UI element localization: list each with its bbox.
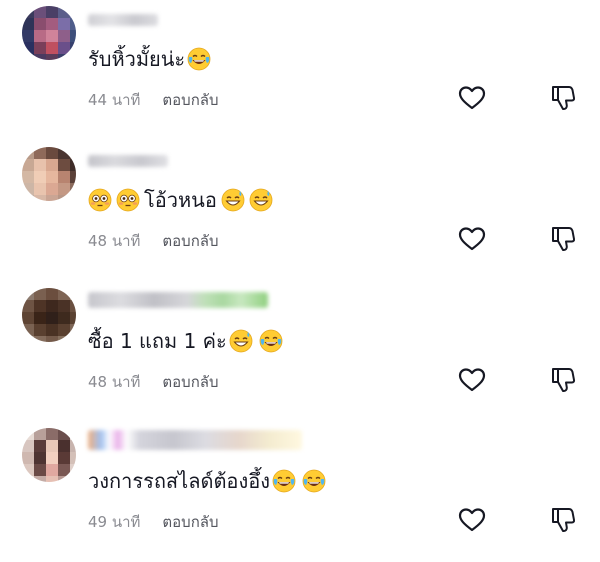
comment-item: โอ้วหนอ 48 นาที ตอบกลับ [0, 141, 600, 281]
comment-item: ซื้อ 1 แถม 1 ค่ะ 48 นาที ตอบกลับ [0, 282, 600, 422]
reply-button[interactable]: ตอบกลับ [162, 370, 218, 394]
comment-text: โอ้วหนอ [88, 187, 273, 213]
comment-meta: 48 นาที ตอบกลับ [88, 229, 219, 253]
thumbs-down-outline-icon[interactable] [550, 225, 576, 253]
reply-button[interactable]: ตอบกลับ [162, 510, 218, 534]
username-redacted[interactable] [88, 292, 268, 308]
comment-body: วงการรถสไลด์ต้องอึ้ง [88, 469, 270, 493]
avatar[interactable] [22, 147, 76, 201]
heart-outline-icon[interactable] [458, 507, 486, 533]
heart-outline-icon[interactable] [458, 226, 486, 252]
reply-button[interactable]: ตอบกลับ [162, 88, 218, 112]
comment-text: ซื้อ 1 แถม 1 ค่ะ [88, 328, 283, 354]
laugh-cry-emoji-icon [272, 469, 296, 493]
avatar[interactable] [22, 6, 76, 60]
comment-body: โอ้วหนอ [144, 188, 217, 212]
comment-meta: 48 นาที ตอบกลับ [88, 370, 219, 394]
flushed-emoji-icon [88, 188, 112, 212]
comment-time: 49 นาที [88, 513, 141, 531]
thumbs-down-outline-icon[interactable] [550, 84, 576, 112]
laugh-cry-emoji-icon [302, 469, 326, 493]
username-redacted[interactable] [88, 14, 158, 26]
avatar[interactable] [22, 428, 76, 482]
avatar[interactable] [22, 288, 76, 342]
comment-meta: 44 นาที ตอบกลับ [88, 88, 219, 112]
grin-sweat-emoji-icon [229, 329, 253, 353]
comment-time: 48 นาที [88, 373, 141, 391]
grin-sweat-emoji-icon [249, 188, 273, 212]
thumbs-down-outline-icon[interactable] [550, 366, 576, 394]
grin-sweat-emoji-icon [221, 188, 245, 212]
comment-body: ซื้อ 1 แถม 1 ค่ะ [88, 329, 227, 353]
reply-button[interactable]: ตอบกลับ [162, 229, 218, 253]
comment-item: รับหิ้วมั้ยน่ะ 44 นาที ตอบกลับ [0, 0, 600, 140]
comment-text: วงการรถสไลด์ต้องอึ้ง [88, 468, 326, 494]
thumbs-down-outline-icon[interactable] [550, 506, 576, 534]
comment-time: 44 นาที [88, 91, 141, 109]
laugh-cry-emoji-icon [187, 47, 211, 71]
comment-time: 48 นาที [88, 232, 141, 250]
laugh-cry-emoji-icon [259, 329, 283, 353]
username-redacted[interactable] [88, 155, 168, 167]
comment-item: วงการรถสไลด์ต้องอึ้ง 49 นาที ตอบกลับ [0, 422, 600, 562]
comment-text: รับหิ้วมั้ยน่ะ [88, 46, 211, 72]
username-redacted[interactable] [88, 430, 302, 450]
comment-body: รับหิ้วมั้ยน่ะ [88, 47, 186, 71]
flushed-emoji-icon [116, 188, 140, 212]
heart-outline-icon[interactable] [458, 367, 486, 393]
heart-outline-icon[interactable] [458, 85, 486, 111]
comment-meta: 49 นาที ตอบกลับ [88, 510, 219, 534]
